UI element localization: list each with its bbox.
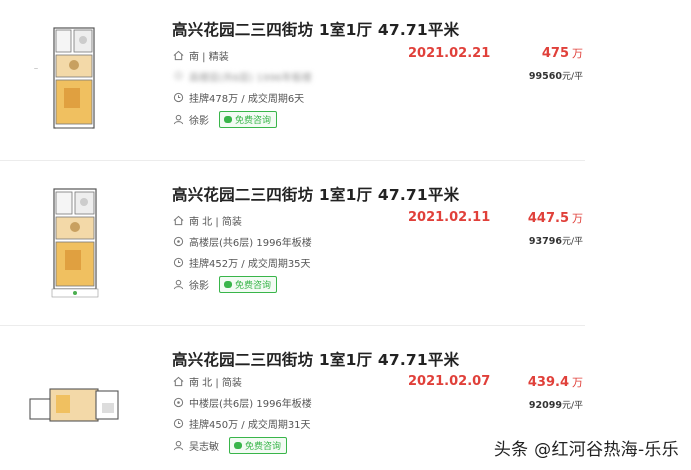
price-unit: 万 bbox=[572, 376, 583, 389]
listing-divider bbox=[0, 325, 585, 326]
unit-price: 92099元/平 bbox=[529, 398, 583, 411]
clock-icon bbox=[172, 418, 184, 430]
floor-plan-image[interactable] bbox=[32, 183, 104, 299]
listing-title[interactable]: 高兴花园二三四街坊 1室1厅 47.71平米 bbox=[172, 348, 459, 370]
free-consult-button[interactable]: 免费咨询 bbox=[219, 111, 278, 128]
listing-item[interactable]: 高兴花园二三四街坊 1室1厅 47.71平米 南 北 | 简装 高楼层(共6层)… bbox=[0, 165, 691, 323]
unit-price-suffix: 元/平 bbox=[561, 401, 583, 411]
consult-label: 免费咨询 bbox=[235, 281, 272, 291]
house-icon bbox=[172, 215, 184, 227]
orientation-row: 南 | 精装 bbox=[172, 48, 229, 63]
unit-price-value: 99560 bbox=[528, 71, 562, 82]
person-icon bbox=[172, 114, 184, 126]
total-price: 439.4 万 bbox=[528, 374, 583, 390]
agent-name[interactable]: 徐影 bbox=[189, 277, 209, 292]
agent-row: 吴志敏 免费咨询 bbox=[172, 437, 288, 454]
unit-price: 93796元/平 bbox=[529, 234, 583, 247]
floor-plan-image[interactable]: — bbox=[32, 20, 102, 132]
free-consult-button[interactable]: 免费咨询 bbox=[229, 437, 288, 454]
orientation-row: 南 北 | 简装 bbox=[172, 213, 242, 228]
location-pin-icon bbox=[172, 397, 184, 409]
floor-row: 高楼层(共6层) 1996年板楼 bbox=[172, 234, 312, 249]
orientation-text: 南 北 | 简装 bbox=[189, 378, 242, 389]
svg-text:—: — bbox=[34, 66, 38, 71]
listing-info-text: 挂牌450万 / 成交周期31天 bbox=[189, 420, 311, 431]
orientation-row: 南 北 | 简装 bbox=[172, 374, 242, 389]
unit-price-suffix: 元/平 bbox=[561, 72, 583, 82]
person-icon bbox=[172, 440, 184, 452]
unit-price-suffix: 元/平 bbox=[561, 237, 583, 247]
deal-date: 2021.02.07 bbox=[408, 374, 491, 389]
floor-plan-image[interactable] bbox=[26, 385, 122, 425]
listing-info-text: 挂牌478万 / 成交周期6天 bbox=[189, 94, 305, 105]
orientation-text: 南 北 | 简装 bbox=[189, 217, 242, 228]
deal-date: 2021.02.11 bbox=[408, 210, 491, 225]
listing-info-text: 挂牌452万 / 成交周期35天 bbox=[189, 259, 311, 270]
unit-price-value: 92099 bbox=[528, 400, 562, 411]
person-icon bbox=[172, 279, 184, 291]
consult-label: 免费咨询 bbox=[245, 442, 282, 452]
orientation-text: 南 | 精装 bbox=[189, 52, 229, 63]
listing-info-row: 挂牌450万 / 成交周期31天 bbox=[172, 416, 311, 431]
total-price-value: 439.4 bbox=[527, 375, 569, 390]
floor-text: 高楼层(共6层) 1996年板楼 bbox=[189, 238, 312, 249]
agent-name[interactable]: 徐影 bbox=[189, 112, 209, 127]
listing-title[interactable]: 高兴花园二三四街坊 1室1厅 47.71平米 bbox=[172, 18, 459, 40]
chat-bubble-icon bbox=[234, 442, 242, 449]
total-price: 475 万 bbox=[542, 45, 583, 61]
unit-price-value: 93796 bbox=[528, 236, 562, 247]
price-unit: 万 bbox=[572, 212, 583, 225]
listing-divider bbox=[0, 160, 585, 161]
listing-item[interactable]: — 高兴花园二三四街坊 1室1厅 47.71平米 南 | 精装 高楼层(共6层)… bbox=[0, 0, 691, 158]
floor-text: 高楼层(共6层) 1996年板楼 bbox=[189, 73, 312, 84]
free-consult-button[interactable]: 免费咨询 bbox=[219, 276, 278, 293]
clock-icon bbox=[172, 257, 184, 269]
listing-info-row: 挂牌478万 / 成交周期6天 bbox=[172, 90, 304, 105]
floor-row: 中楼层(共6层) 1996年板楼 bbox=[172, 395, 312, 410]
floor-row-blurred: 高楼层(共6层) 1996年板楼 bbox=[172, 69, 312, 84]
watermark-text: 头条 @红河谷热海-乐乐 bbox=[493, 440, 679, 460]
agent-row: 徐影 免费咨询 bbox=[172, 276, 278, 293]
agent-name[interactable]: 吴志敏 bbox=[189, 438, 219, 453]
listing-title[interactable]: 高兴花园二三四街坊 1室1厅 47.71平米 bbox=[172, 183, 459, 205]
floor-text: 中楼层(共6层) 1996年板楼 bbox=[189, 399, 312, 410]
deal-date: 2021.02.21 bbox=[408, 46, 491, 61]
chat-bubble-icon bbox=[224, 116, 232, 123]
price-unit: 万 bbox=[572, 47, 583, 60]
location-pin-icon bbox=[172, 236, 184, 248]
listing-info-row: 挂牌452万 / 成交周期35天 bbox=[172, 255, 311, 270]
consult-label: 免费咨询 bbox=[235, 116, 272, 126]
clock-icon bbox=[172, 92, 184, 104]
house-icon bbox=[172, 376, 184, 388]
house-icon bbox=[172, 50, 184, 62]
unit-price: 99560元/平 bbox=[529, 69, 583, 82]
chat-bubble-icon bbox=[224, 281, 232, 288]
total-price: 447.5 万 bbox=[528, 210, 583, 226]
agent-row: 徐影 免费咨询 bbox=[172, 111, 278, 128]
total-price-value: 475 bbox=[541, 46, 569, 61]
location-pin-icon bbox=[172, 71, 184, 83]
total-price-value: 447.5 bbox=[527, 211, 569, 226]
